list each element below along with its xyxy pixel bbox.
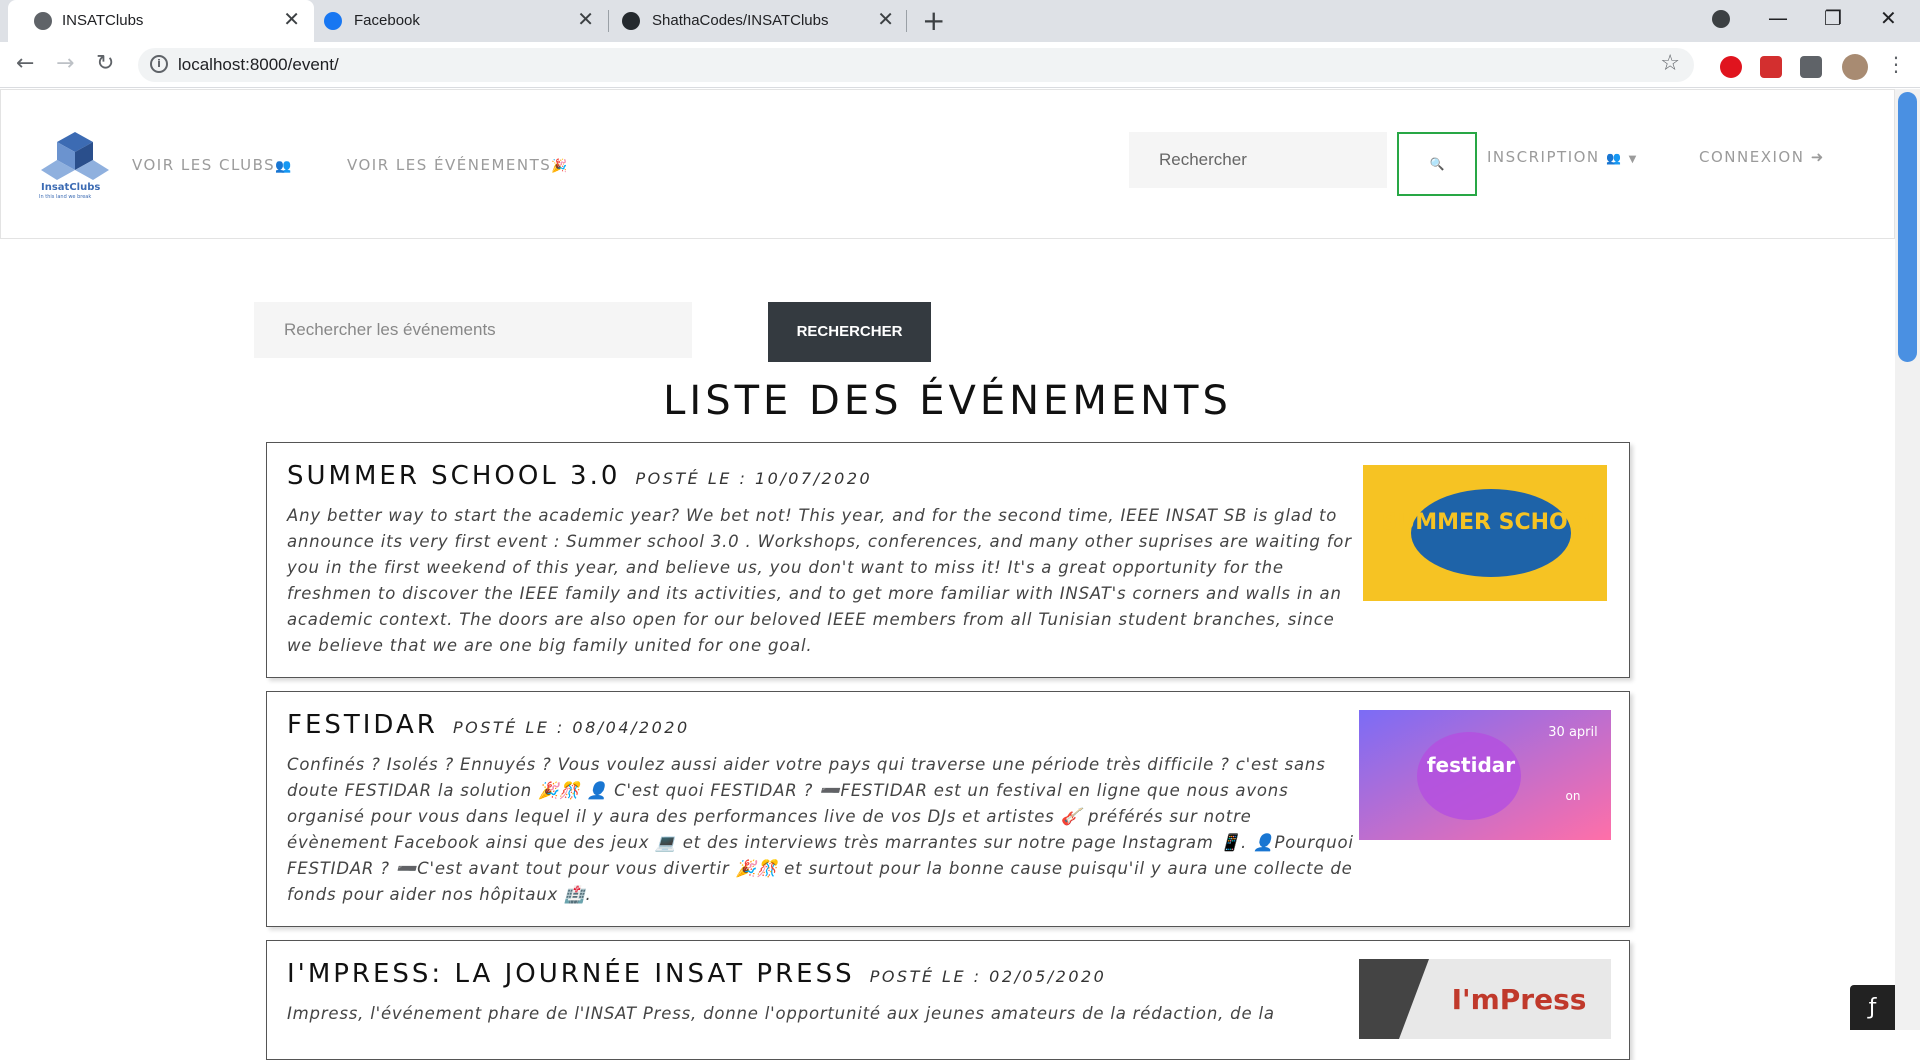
nav-connexion-link[interactable]: CONNEXION ➜ <box>1699 148 1825 166</box>
users-icon: 👥 <box>275 159 293 174</box>
scrollbar-thumb[interactable] <box>1898 92 1917 362</box>
close-tab-icon[interactable]: ✕ <box>283 9 300 31</box>
impress-logo-text: I'mPress <box>1452 983 1587 1016</box>
tab-search-icon[interactable] <box>1712 10 1730 28</box>
github-icon <box>622 12 640 30</box>
event-search-button[interactable]: RECHERCHER <box>768 302 931 362</box>
tab-separator <box>906 10 907 32</box>
caret-down-icon: ▼ <box>1628 154 1638 165</box>
nav-inscription-label: INSCRIPTION <box>1487 148 1600 166</box>
event-card[interactable]: FESTIDAR POSTÉ LE : 08/04/2020 Confinés … <box>266 691 1630 927</box>
logo-tagline: In this land we break <box>39 194 92 200</box>
page-title: LISTE DES ÉVÉNEMENTS <box>663 378 1232 424</box>
user-group-icon: 👥 <box>1605 151 1623 165</box>
address-bar: ← → ↻ i localhost:8000/event/ ☆ ⋮ <box>0 42 1920 88</box>
tab-title: ShathaCodes/INSATClubs <box>652 12 829 29</box>
adblock-extension-icon[interactable] <box>1720 56 1742 78</box>
omnibox[interactable]: i localhost:8000/event/ ☆ <box>138 48 1694 82</box>
logo-text: InsatClubs <box>41 182 101 193</box>
menu-kebab-icon[interactable]: ⋮ <box>1886 50 1906 78</box>
navbar-search-button[interactable]: 🔍 <box>1397 132 1477 196</box>
site-navbar: InsatClubs In this land we break VOIR LE… <box>0 89 1895 239</box>
nav-connexion-label: CONNEXION <box>1699 148 1805 166</box>
event-description: Any better way to start the academic yea… <box>287 506 1352 655</box>
tab-separator <box>608 10 609 32</box>
url-text[interactable]: localhost:8000/event/ <box>178 55 339 75</box>
event-card[interactable]: I'MPRESS: LA JOURNÉE INSAT PRESS POSTÉ L… <box>266 940 1630 1060</box>
back-icon[interactable]: ← <box>16 50 34 78</box>
event-image[interactable]: I'mPress <box>1359 959 1611 1039</box>
nav-clubs-label: VOIR LES CLUBS <box>132 156 276 174</box>
event-title[interactable]: FESTIDAR <box>287 710 438 740</box>
browser-tab-bar: INSATClubs ✕ Facebook ✕ ShathaCodes/INSA… <box>0 0 1920 42</box>
new-tab-button[interactable]: + <box>922 6 945 36</box>
festidar-on-text: on <box>1566 789 1581 803</box>
puzzle-extensions-icon[interactable] <box>1800 56 1822 78</box>
event-search-input[interactable] <box>254 302 692 358</box>
event-card[interactable]: SUMMER SCHOOL 3.0 POSTÉ LE : 10/07/2020 … <box>266 442 1630 678</box>
festidar-date-text: 30 april <box>1548 725 1597 740</box>
close-tab-icon[interactable]: ✕ <box>577 9 594 31</box>
nav-events-label: VOIR LES ÉVÉNEMENTS <box>347 156 552 174</box>
event-title[interactable]: SUMMER SCHOOL 3.0 <box>287 461 620 491</box>
close-tab-icon[interactable]: ✕ <box>877 9 894 31</box>
event-date: POSTÉ LE : 08/04/2020 <box>452 718 690 737</box>
bookmark-star-icon[interactable]: ☆ <box>1660 51 1680 76</box>
info-icon[interactable]: i <box>150 55 168 73</box>
event-date: POSTÉ LE : 10/07/2020 <box>635 469 873 488</box>
event-image[interactable]: SUMMER SCHOOL <box>1363 465 1607 601</box>
profile-avatar[interactable] <box>1842 54 1868 80</box>
tab-insatclubs[interactable]: INSATClubs ✕ <box>8 0 314 42</box>
facebook-icon <box>324 12 342 30</box>
event-description: Confinés ? Isolés ? Ennuyés ? Vous voule… <box>287 755 1354 904</box>
event-header: FESTIDAR POSTÉ LE : 08/04/2020 <box>287 710 690 740</box>
globe-icon <box>34 12 52 30</box>
festidar-logo-text: festidar <box>1427 753 1515 777</box>
nav-events-link[interactable]: VOIR LES ÉVÉNEMENTS🎉 <box>347 156 569 174</box>
pdf-extension-icon[interactable] <box>1760 56 1782 78</box>
event-title[interactable]: I'MPRESS: LA JOURNÉE INSAT PRESS <box>287 959 855 989</box>
summer-school-logo-text: SUMMER SCHOOL <box>1382 510 1601 535</box>
nav-clubs-link[interactable]: VOIR LES CLUBS👥 <box>132 156 293 174</box>
tab-title: INSATClubs <box>62 12 144 29</box>
tab-github[interactable]: ShathaCodes/INSATClubs ✕ <box>612 0 908 42</box>
search-icon: 🔍 <box>1429 157 1445 171</box>
event-image[interactable]: festidar 30 april on <box>1359 710 1611 840</box>
reload-icon[interactable]: ↻ <box>96 50 114 78</box>
event-header: I'MPRESS: LA JOURNÉE INSAT PRESS POSTÉ L… <box>287 959 1106 989</box>
symfony-toolbar-icon[interactable]: ƒ <box>1850 985 1895 1030</box>
event-description: Impress, l'événement phare de l'INSAT Pr… <box>287 1004 1275 1023</box>
sign-in-icon: ➜ <box>1810 148 1825 166</box>
restore-button[interactable]: ❐ <box>1824 6 1842 30</box>
party-icon: 🎉 <box>551 159 569 174</box>
forward-icon[interactable]: → <box>56 50 74 78</box>
minimize-button[interactable]: — <box>1768 6 1788 30</box>
nav-inscription-dropdown[interactable]: INSCRIPTION 👥 ▼ <box>1487 148 1638 166</box>
tab-facebook[interactable]: Facebook ✕ <box>318 0 608 42</box>
tab-title: Facebook <box>354 12 420 29</box>
event-header: SUMMER SCHOOL 3.0 POSTÉ LE : 10/07/2020 <box>287 461 872 491</box>
event-date: POSTÉ LE : 02/05/2020 <box>869 967 1107 986</box>
navbar-search-input[interactable] <box>1129 132 1387 188</box>
close-window-button[interactable]: ✕ <box>1880 6 1897 30</box>
